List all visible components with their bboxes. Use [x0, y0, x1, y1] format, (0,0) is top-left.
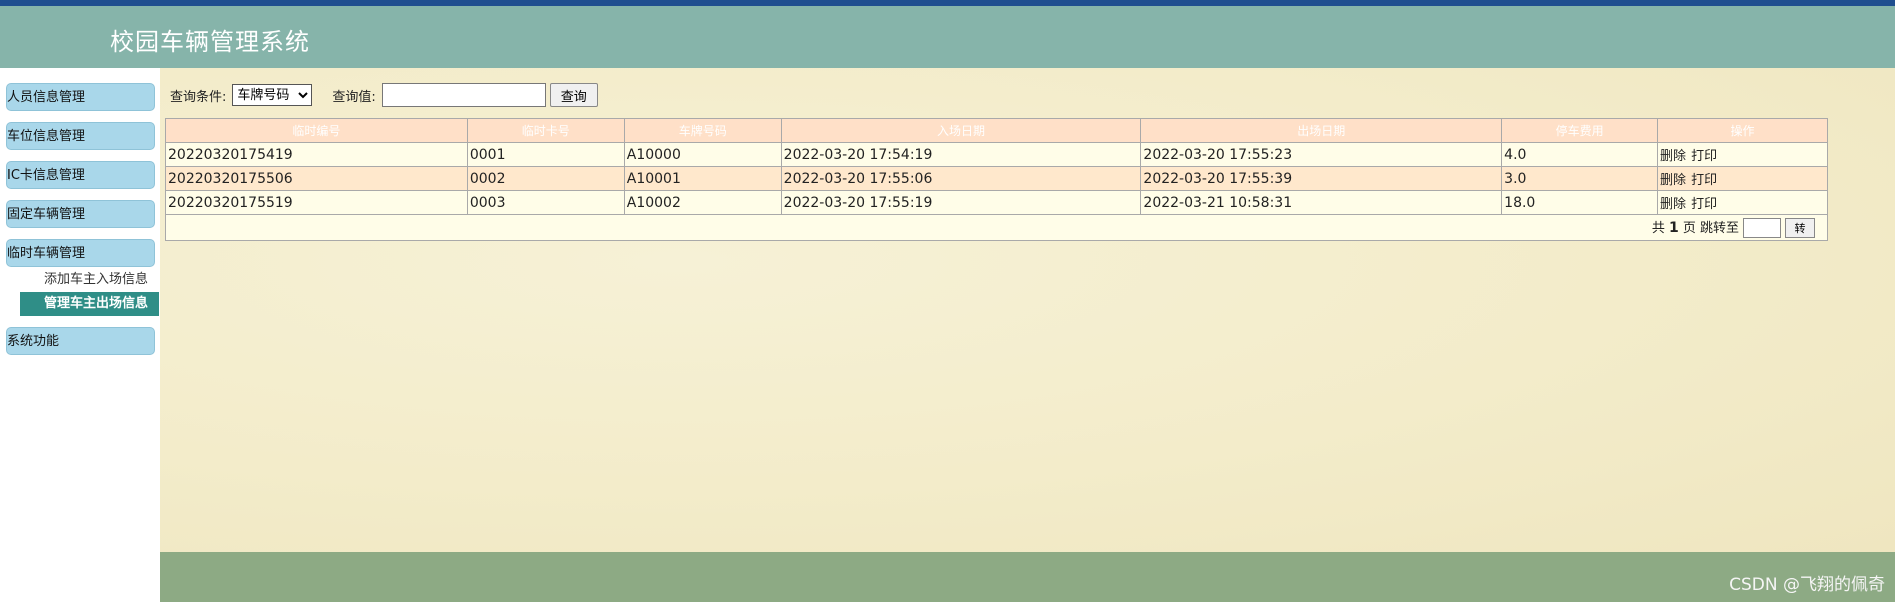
sidebar-item-label: 临时车辆管理: [7, 246, 86, 261]
cell-card-no: 0001: [466, 142, 625, 167]
pager-prefix: 共: [1651, 220, 1665, 236]
sidebar-subitem-manage-exit[interactable]: 管理车主出场信息: [20, 292, 159, 316]
table-header-row: 临时编号 临时卡号 车牌号码 入场日期 出场日期 停车费用 操作: [165, 118, 1828, 143]
col-header-temp-id: 临时编号: [165, 118, 468, 143]
col-header-entry-date: 入场日期: [780, 118, 1142, 143]
sidebar-item-fixed-vehicle[interactable]: 固定车辆管理: [6, 200, 155, 228]
cell-temp-id: 20220320175506: [165, 166, 468, 191]
cell-plate: A10002: [623, 190, 782, 215]
cell-entry-date: 2022-03-20 17:54:19: [780, 142, 1142, 167]
cell-card-no: 0003: [466, 190, 625, 215]
sidebar-subitem-label: 添加车主入场信息: [44, 272, 149, 287]
cell-entry-date: 2022-03-20 17:55:19: [780, 190, 1142, 215]
delete-link[interactable]: 删除: [1660, 173, 1686, 188]
vehicle-table: 临时编号 临时卡号 车牌号码 入场日期 出场日期 停车费用 操作 2022032…: [165, 118, 1828, 241]
cell-entry-date: 2022-03-20 17:55:06: [780, 166, 1142, 191]
cell-plate: A10001: [623, 166, 782, 191]
sidebar-subitem-add-entry[interactable]: 添加车主入场信息: [20, 268, 159, 292]
sidebar-item-label: 系统功能: [7, 334, 60, 349]
print-link[interactable]: 打印: [1691, 197, 1717, 212]
pager-suffix: 页 跳转至: [1682, 220, 1739, 236]
cell-plate: A10000: [623, 142, 782, 167]
page-title: 校园车辆管理系统: [110, 28, 310, 56]
footer: CSDN @飞翔的佩奇: [160, 552, 1895, 602]
condition-select[interactable]: 车牌号码: [232, 84, 313, 106]
delete-link[interactable]: 删除: [1660, 197, 1686, 212]
sidebar-item-temp-vehicle[interactable]: 临时车辆管理: [6, 239, 155, 267]
sidebar-item-ic-card[interactable]: IC卡信息管理: [6, 161, 155, 189]
cell-fee: 4.0: [1501, 142, 1659, 167]
pager: 共 1 页 跳转至 转: [165, 214, 1828, 241]
cell-ops: 删除 打印: [1657, 190, 1828, 215]
value-label: 查询值:: [332, 89, 376, 105]
col-header-fee: 停车费用: [1501, 118, 1659, 143]
table-row: 20220320175419 0001 A10000 2022-03-20 17…: [165, 142, 1828, 167]
print-link[interactable]: 打印: [1691, 149, 1717, 164]
table-row: 20220320175506 0002 A10001 2022-03-20 17…: [165, 166, 1828, 191]
cell-fee: 3.0: [1501, 166, 1659, 191]
app-header: 校园车辆管理系统: [0, 6, 1895, 68]
pager-row: 共 1 页 跳转至 转: [165, 214, 1828, 241]
sidebar: 人员信息管理 车位信息管理 IC卡信息管理 固定车辆管理 临时车辆管理 添加车主…: [0, 68, 160, 602]
page-jump-input[interactable]: [1743, 218, 1781, 239]
search-input[interactable]: [381, 83, 546, 107]
sidebar-item-label: 固定车辆管理: [7, 207, 86, 222]
sidebar-item-personnel[interactable]: 人员信息管理: [6, 83, 155, 111]
sidebar-item-label: IC卡信息管理: [7, 168, 85, 183]
cell-ops: 删除 打印: [1657, 142, 1828, 167]
cell-fee: 18.0: [1501, 190, 1659, 215]
cell-temp-id: 20220320175519: [165, 190, 468, 215]
pager-total: 1: [1668, 219, 1679, 236]
col-header-plate: 车牌号码: [623, 118, 782, 143]
sidebar-item-parking-space[interactable]: 车位信息管理: [6, 122, 155, 150]
cell-ops: 删除 打印: [1657, 166, 1828, 191]
page-go-button[interactable]: 转: [1785, 218, 1815, 239]
search-button[interactable]: 查询: [549, 83, 598, 107]
col-header-exit-date: 出场日期: [1140, 118, 1503, 143]
col-header-ops: 操作: [1657, 118, 1828, 143]
main-content: 查询条件: 车牌号码 查询值: 查询 临时编号 临时卡号 车牌号码 入场日期 出…: [160, 68, 1895, 552]
cell-exit-date: 2022-03-21 10:58:31: [1140, 190, 1503, 215]
print-link[interactable]: 打印: [1691, 173, 1717, 188]
sidebar-item-label: 人员信息管理: [7, 90, 86, 105]
col-header-card-no: 临时卡号: [466, 118, 625, 143]
cell-exit-date: 2022-03-20 17:55:39: [1140, 166, 1503, 191]
cell-exit-date: 2022-03-20 17:55:23: [1140, 142, 1503, 167]
cell-temp-id: 20220320175419: [165, 142, 468, 167]
watermark-credit: CSDN @飞翔的佩奇: [1729, 575, 1885, 595]
sidebar-item-system[interactable]: 系统功能: [6, 327, 155, 355]
sidebar-subitem-label: 管理车主出场信息: [44, 296, 149, 311]
condition-label: 查询条件:: [170, 89, 227, 105]
table-row: 20220320175519 0003 A10002 2022-03-20 17…: [165, 190, 1828, 215]
sidebar-item-label: 车位信息管理: [7, 129, 86, 144]
cell-card-no: 0002: [466, 166, 625, 191]
search-bar: 查询条件: 车牌号码 查询值: 查询: [170, 82, 598, 108]
delete-link[interactable]: 删除: [1660, 149, 1686, 164]
